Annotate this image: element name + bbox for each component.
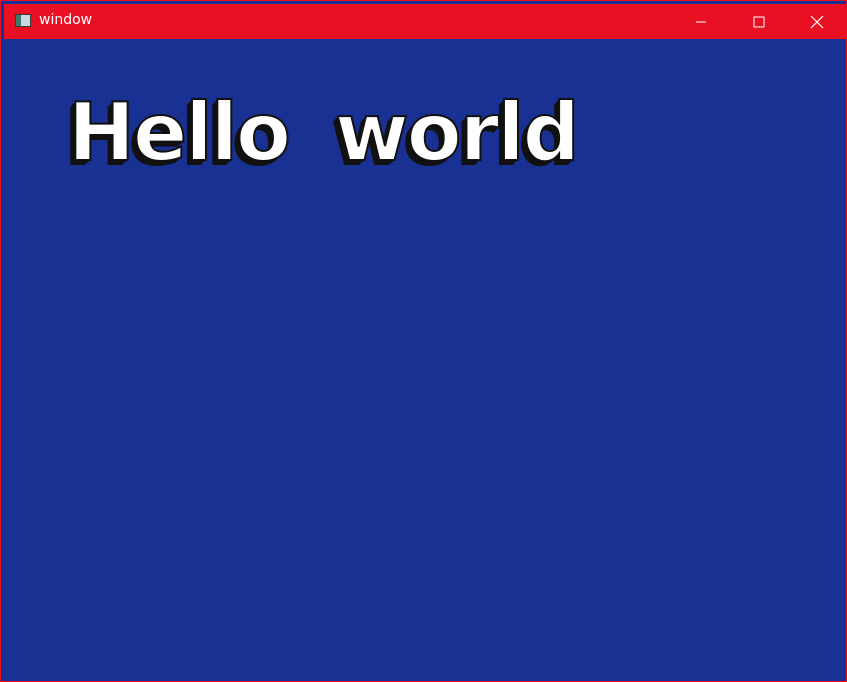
minimize-icon xyxy=(696,21,706,22)
maximize-button[interactable] xyxy=(730,4,788,39)
close-button[interactable] xyxy=(788,4,846,39)
maximize-icon xyxy=(753,16,765,27)
minimize-button[interactable] xyxy=(672,4,730,39)
app-window: window Hello world xyxy=(0,0,847,682)
close-icon xyxy=(810,15,824,28)
app-window-icon xyxy=(15,14,31,27)
title-bar[interactable]: window xyxy=(4,4,846,39)
window-controls xyxy=(672,4,846,39)
hello-world-text: Hello world xyxy=(67,86,581,179)
window-title: window xyxy=(39,12,93,28)
client-area: Hello world xyxy=(4,39,846,681)
